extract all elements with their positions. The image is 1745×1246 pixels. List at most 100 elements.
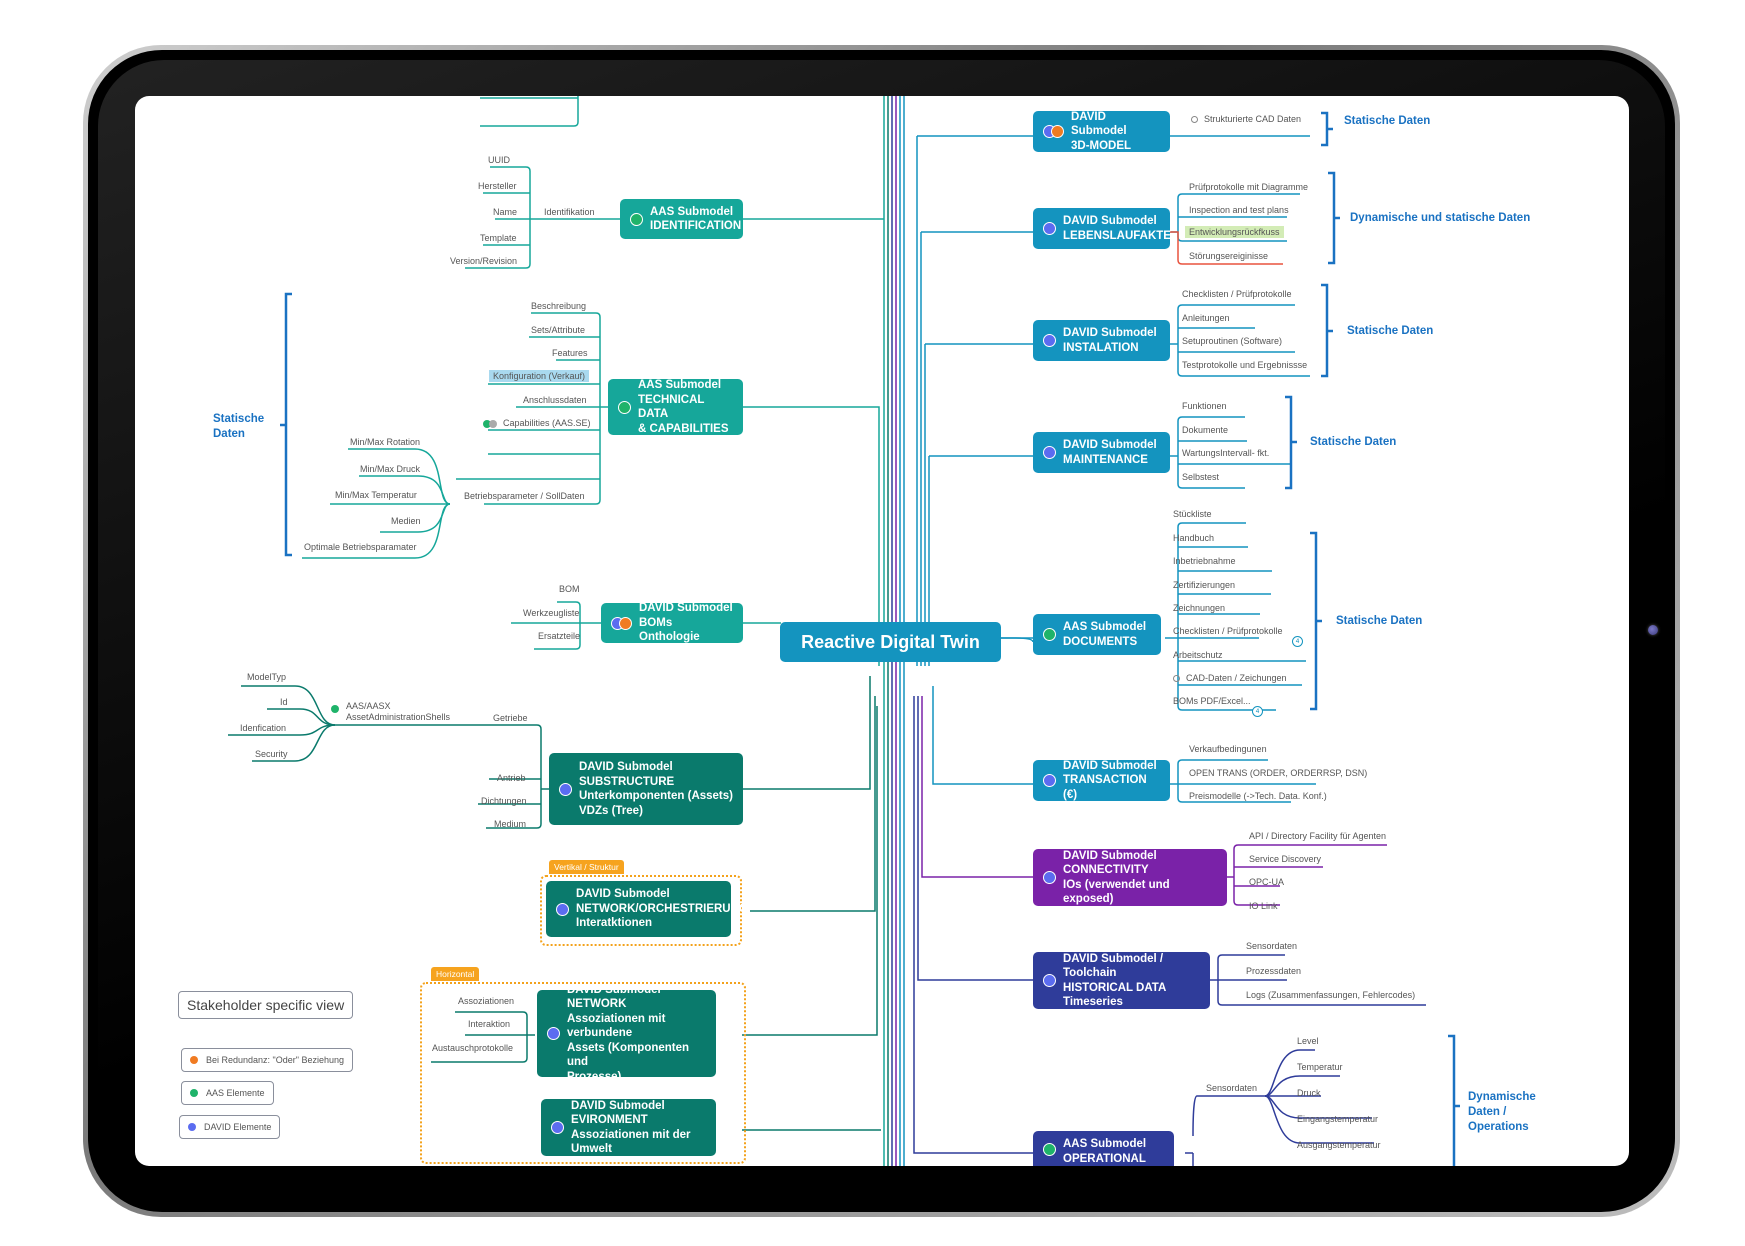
- item-zertifizierungen[interactable]: Zertifizierungen: [1173, 580, 1235, 590]
- david-marker-icon: [188, 1123, 196, 1131]
- item-idenfication[interactable]: Idenfication: [240, 723, 286, 733]
- item-arbeitschutz[interactable]: Arbeitschutz: [1173, 650, 1223, 660]
- node-title: AAS Submodel: [638, 379, 722, 391]
- item-prozessdaten[interactable]: Prozessdaten: [1246, 966, 1301, 976]
- item-min-max-rotation[interactable]: Min/Max Rotation: [350, 437, 420, 447]
- branch-betriebsparameter[interactable]: Betriebsparameter / SollDaten: [464, 491, 585, 501]
- david-marker-icon: [1043, 222, 1056, 235]
- node-aas-identification[interactable]: AAS Submodel IDENTIFICATION: [620, 199, 743, 239]
- item-optimale-betriebsparamater[interactable]: Optimale Betriebsparamater: [304, 542, 417, 552]
- item-aas-aasx[interactable]: AAS/AASX AssetAdministrationShells: [346, 701, 450, 723]
- item-security[interactable]: Security: [255, 749, 288, 759]
- item-id[interactable]: Id: [280, 697, 288, 707]
- node-david-instalation[interactable]: DAVID Submodel INSTALATION: [1033, 320, 1170, 361]
- item-boms-pdf-excel[interactable]: BOMs PDF/Excel...: [1173, 696, 1251, 706]
- item-setuproutinen[interactable]: Setuproutinen (Software): [1182, 336, 1282, 346]
- item-stoerungsereiginisse[interactable]: Störungsereiginisse: [1189, 251, 1268, 261]
- item-bom[interactable]: BOM: [559, 584, 580, 594]
- collapsed-count-badge[interactable]: 4: [1252, 706, 1263, 717]
- item-level[interactable]: Level: [1297, 1036, 1319, 1046]
- item-druck[interactable]: Druck: [1297, 1088, 1321, 1098]
- item-min-max-temperatur[interactable]: Min/Max Temperatur: [335, 490, 417, 500]
- item-cad-daten[interactable]: CAD-Daten / Zeichungen: [1173, 673, 1287, 683]
- camera-icon: [1648, 625, 1658, 635]
- aas-redundant-marker-icon: [483, 420, 497, 428]
- item-name[interactable]: Name: [493, 207, 517, 217]
- item-temperatur[interactable]: Temperatur: [1297, 1062, 1343, 1072]
- item-inspection-test-plans[interactable]: Inspection and test plans: [1189, 205, 1289, 215]
- item-version-revision[interactable]: Version/Revision: [450, 256, 517, 266]
- node-aas-documents[interactable]: AAS Submodel DOCUMENTS: [1033, 614, 1161, 655]
- branch-identifikation[interactable]: Identifikation: [544, 207, 595, 217]
- item-antrieb[interactable]: Antrieb: [497, 773, 526, 783]
- item-preismodelle[interactable]: Preismodelle (->Tech. Data. Konf.): [1189, 791, 1327, 801]
- item-assoziationen[interactable]: Assoziationen: [458, 996, 514, 1006]
- item-ausgangstemperatur[interactable]: Ausgangstemperatur: [1297, 1140, 1381, 1150]
- item-funktionen[interactable]: Funktionen: [1182, 401, 1227, 411]
- item-uuid[interactable]: UUID: [488, 155, 510, 165]
- node-david-maintenance[interactable]: DAVID Submodel MAINTENANCE: [1033, 432, 1170, 473]
- item-anleitungen[interactable]: Anleitungen: [1182, 313, 1230, 323]
- collapsed-count-badge[interactable]: 4: [1292, 636, 1303, 647]
- item-eingangstemperatur[interactable]: Eingangstemperatur: [1297, 1114, 1378, 1124]
- item-getriebe[interactable]: Getriebe: [493, 713, 528, 723]
- item-logs[interactable]: Logs (Zusammenfassungen, Fehlercodes): [1246, 990, 1415, 1000]
- item-checklisten-pruefprotokolle[interactable]: Checklisten / Prüfprotokolle: [1182, 289, 1292, 299]
- item-selbstest[interactable]: Selbstest: [1182, 472, 1219, 482]
- item-testprotokolle[interactable]: Testprotokolle und Ergebnissse: [1182, 360, 1307, 370]
- node-david-environment[interactable]: DAVID Submodel EVIRONMENT Assoziationen mi…: [541, 1099, 716, 1156]
- item-verkaufbedingunen[interactable]: Verkaufbedingunen: [1189, 744, 1267, 754]
- node-david-orchestrierung[interactable]: DAVID Submodel NETWORK/ORCHESTRIERUNG Inte…: [546, 881, 748, 937]
- node-david-boms[interactable]: DAVID Submodel BOMs Onthologie: [601, 602, 743, 643]
- item-strukturierte-cad-daten[interactable]: Strukturierte CAD Daten: [1191, 114, 1301, 124]
- item-checklisten-pruefprotokolle-docs[interactable]: Checklisten / Prüfprotokolle: [1173, 626, 1283, 636]
- item-sensordaten-hist[interactable]: Sensordaten: [1246, 941, 1297, 951]
- item-handbuch[interactable]: Handbuch: [1173, 533, 1214, 543]
- item-template[interactable]: Template: [480, 233, 517, 243]
- central-node[interactable]: Reactive Digital Twin: [780, 622, 1001, 662]
- item-zeichnungen[interactable]: Zeichnungen: [1173, 603, 1225, 613]
- item-hersteller[interactable]: Hersteller: [478, 181, 517, 191]
- node-david-transaction[interactable]: DAVID Submodel TRANSACTION (€): [1033, 760, 1170, 801]
- item-beschreibung[interactable]: Beschreibung: [531, 301, 586, 311]
- item-dichtungen[interactable]: Dichtungen: [481, 796, 527, 806]
- item-pruefprotokolle-diagramme[interactable]: Prüfprotokolle mit Diagramme: [1189, 182, 1308, 192]
- item-wartungsintervall[interactable]: WartungsIntervall- fkt.: [1182, 448, 1269, 458]
- item-werkzeugliste[interactable]: Werkzeugliste: [523, 608, 579, 618]
- node-david-historical-data[interactable]: DAVID Submodel / Toolchain HISTORICAL DAT…: [1033, 952, 1210, 1009]
- item-medien[interactable]: Medien: [391, 516, 421, 526]
- mindmap-canvas[interactable]: UUID Hersteller Name Template Version/Re…: [135, 96, 1629, 1166]
- item-api-directory[interactable]: API / Directory Facility für Agenten: [1249, 831, 1386, 841]
- item-capabilities[interactable]: Capabilities (AAS.SE): [483, 418, 591, 428]
- item-min-max-druck[interactable]: Min/Max Druck: [360, 464, 420, 474]
- item-io-link[interactable]: IO Link: [1249, 901, 1278, 911]
- item-service-discovery[interactable]: Service Discovery: [1249, 854, 1321, 864]
- node-david-substructure[interactable]: DAVID Submodel SUBSTRUCTURE Unterkomponent…: [549, 753, 743, 825]
- node-aas-operational-data[interactable]: AAS Submodel OPERATIONAL DATA: [1033, 1131, 1174, 1166]
- item-stueckliste[interactable]: Stückliste: [1173, 509, 1212, 519]
- item-modeltyp[interactable]: ModelTyp: [247, 672, 286, 682]
- legend-title-stakeholder-view[interactable]: Stakeholder specific view: [178, 991, 354, 1019]
- node-subtitle: Prozesse): [567, 1070, 622, 1083]
- node-david-3d-model[interactable]: DAVID Submodel 3D-MODEL: [1033, 111, 1170, 152]
- item-open-trans[interactable]: OPEN TRANS (ORDER, ORDERRSP, DSN): [1189, 768, 1367, 778]
- item-dokumente[interactable]: Dokumente: [1182, 425, 1228, 435]
- node-aas-technical-data[interactable]: AAS Submodel TECHNICAL DATA & CAPABILITIES: [608, 379, 743, 435]
- node-david-network[interactable]: DAVID Submodel NETWORK Assoziationen mit v…: [537, 984, 716, 1083]
- item-entwicklungsrueckfkuss[interactable]: Entwicklungsrückfkuss: [1185, 226, 1284, 238]
- item-opc-ua[interactable]: OPC-UA: [1249, 877, 1284, 887]
- item-inbetriebnahme[interactable]: Inbetriebnahme: [1173, 556, 1236, 566]
- item-konfiguration[interactable]: Konfiguration (Verkauf): [489, 370, 590, 382]
- node-title: DAVID Submodel: [571, 1099, 665, 1112]
- brace-label-statische-daten-left: Statische Daten: [213, 412, 264, 442]
- item-features[interactable]: Features: [552, 348, 588, 358]
- branch-sensordaten[interactable]: Sensordaten: [1206, 1083, 1257, 1093]
- node-david-lebenslaufakte[interactable]: DAVID Submodel LEBENSLAUFAKTE: [1033, 208, 1171, 249]
- item-austauschprotokolle[interactable]: Austauschprotokolle: [432, 1043, 513, 1053]
- node-david-connectivity[interactable]: DAVID Submodel CONNECTIVITY IOs (verwendet…: [1033, 849, 1227, 906]
- item-ersatzteile[interactable]: Ersatzteile: [538, 631, 580, 641]
- item-interaktion[interactable]: Interaktion: [468, 1019, 510, 1029]
- item-anschlussdaten[interactable]: Anschlussdaten: [523, 395, 587, 405]
- item-medium[interactable]: Medium: [494, 819, 526, 829]
- item-sets-attribute[interactable]: Sets/Attribute: [531, 325, 585, 335]
